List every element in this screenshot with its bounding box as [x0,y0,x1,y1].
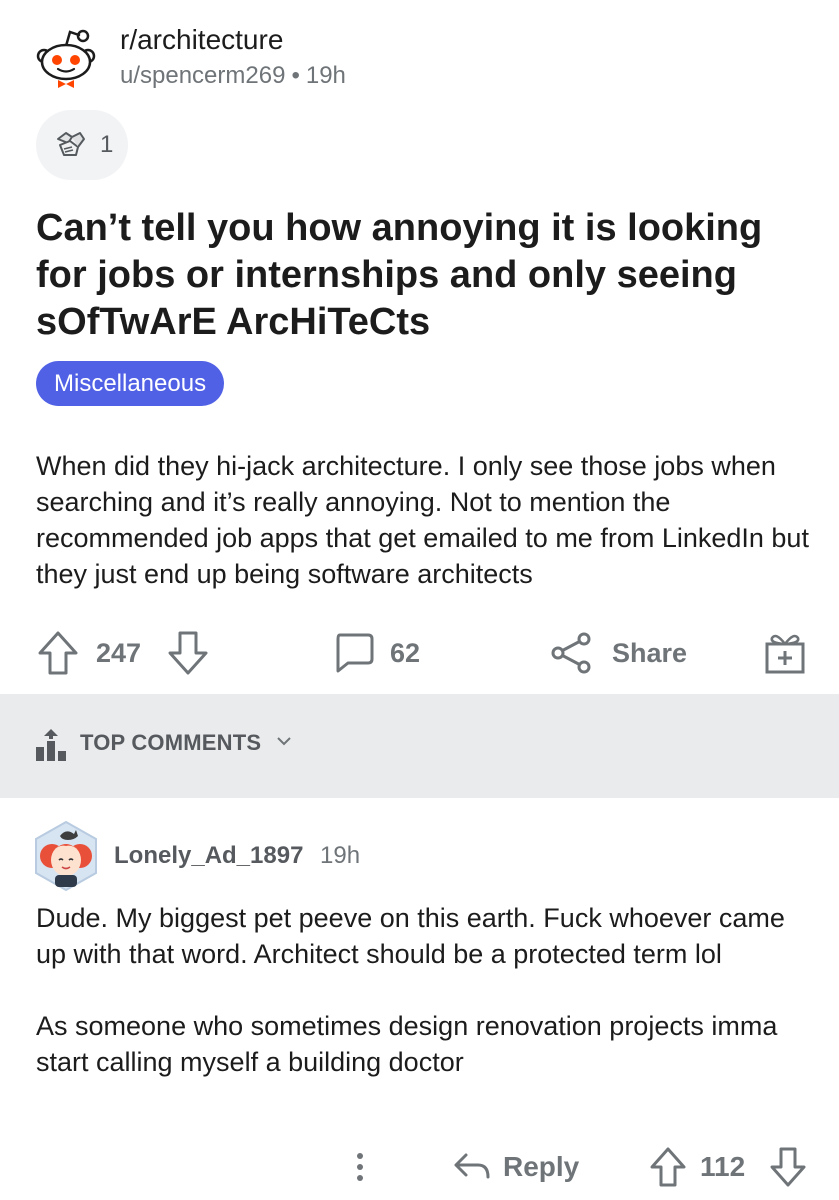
snoo-icon[interactable] [36,28,96,88]
post-body: When did they hi-jack architecture. I on… [36,451,809,589]
post-action-bar: 247 62 Share [0,618,839,688]
downvote-arrow-icon [770,1147,806,1187]
comment-downvote-button[interactable] [768,1134,808,1200]
subreddit-name[interactable]: r/architecture [120,24,283,56]
comment-action-bar: Reply 112 [0,1134,839,1200]
post-vote-count: 247 [96,637,142,668]
chevron-down-icon[interactable] [275,732,293,750]
upvote-arrow-icon [38,631,78,675]
comment-paragraph: As someone who sometimes design renovati… [36,1011,778,1077]
give-award-button[interactable] [762,618,808,688]
comment-body: Dude. My biggest pet peeve on this earth… [36,900,816,1080]
gift-plus-icon [765,634,805,674]
post-header: r/architecture u/spencerm269 • 19h [36,20,796,100]
comment-upvote-button[interactable] [648,1134,688,1200]
downvote-arrow-icon [168,631,208,675]
award-badge[interactable]: 1 [36,110,128,180]
share-label[interactable]: Share [612,618,687,688]
comment-age: 19h [320,842,361,869]
post-flair[interactable]: Miscellaneous [36,361,225,406]
post-title[interactable]: Can’t tell you how annoying it is lookin… [36,205,796,346]
post-author[interactable]: u/spencerm269 [120,62,285,89]
avatar[interactable] [30,820,102,892]
more-vertical-icon [357,1153,363,1181]
downvote-button[interactable] [166,618,210,688]
upvote-button[interactable] [36,618,80,688]
share-button[interactable] [550,618,594,688]
comments-sort-bar[interactable]: TOP COMMENTS [0,694,839,798]
reply-button[interactable] [452,1134,492,1200]
meta-separator: • [291,62,300,89]
comment-paragraph: Dude. My biggest pet peeve on this earth… [36,903,785,969]
sort-label[interactable]: TOP COMMENTS [80,730,261,756]
post-meta: u/spencerm269 • 19h [120,62,346,90]
upvote-arrow-icon [650,1147,686,1187]
reply-label[interactable]: Reply [503,1134,579,1200]
award-icon [57,132,85,156]
comment-header: Lonely_Ad_1897 19h [30,818,730,892]
comment-bubble-icon [336,633,374,673]
bar-chart-icon [36,729,66,761]
share-icon [551,632,591,674]
comment-author[interactable]: Lonely_Ad_1897 [114,842,303,870]
post-age: 19h [305,62,346,89]
post-comment-count: 62 [390,637,421,668]
more-options-button[interactable] [352,1134,368,1200]
reply-arrow-icon [454,1153,490,1179]
comment-vote-count: 112 [700,1151,746,1182]
comments-button[interactable] [332,618,376,688]
award-count: 1 [100,131,114,158]
